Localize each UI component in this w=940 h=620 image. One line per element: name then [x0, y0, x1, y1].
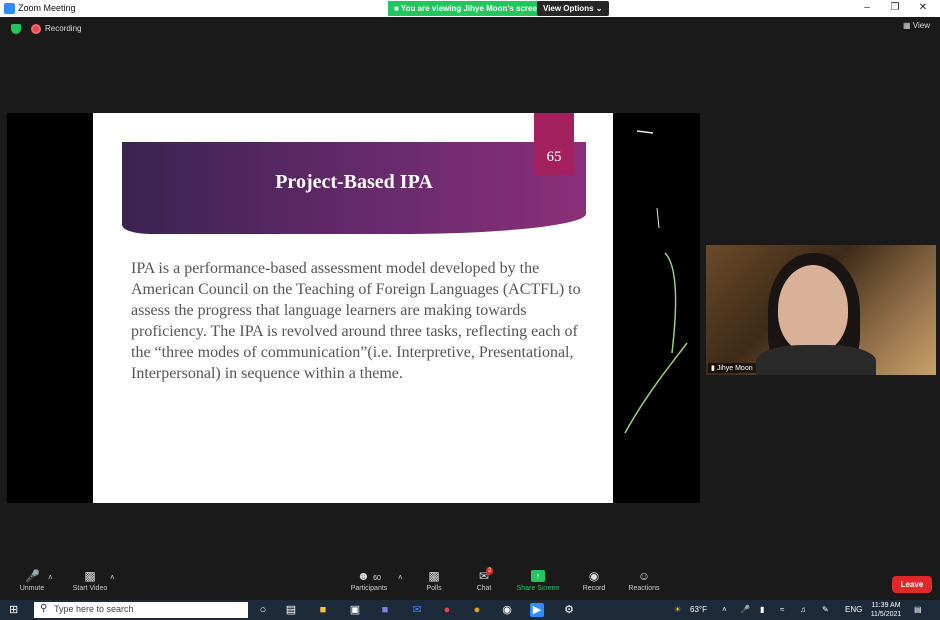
audio-options-caret-icon[interactable]: ˄	[48, 573, 53, 582]
clock-time: 11:39 AM	[871, 602, 901, 609]
viewing-banner-text: You are viewing Jihye Moon's screen	[400, 4, 542, 13]
zoom-taskbar-icon[interactable]: ▶	[530, 603, 544, 617]
participant-face	[778, 265, 848, 353]
taskbar-search-placeholder: Type here to search	[54, 604, 134, 614]
view-options-button[interactable]: View Options ⌄	[537, 1, 609, 16]
camera-icon[interactable]: ◉	[500, 603, 514, 617]
slide-body-text: IPA is a performance-based assessment mo…	[131, 260, 581, 382]
minimize-button[interactable]: –	[856, 2, 878, 13]
polls-icon: ▩	[428, 569, 440, 583]
network-icon[interactable]: ≈	[780, 605, 784, 614]
reactions-button[interactable]: ☺ Reactions	[626, 567, 662, 592]
signal-icon: ▮	[711, 365, 715, 372]
share-screen-icon: ↑	[531, 570, 545, 582]
meeting-toolbar: 🎤 Unmute ˄ ▩ Start Video ˄ ☻ 60 Particip…	[0, 567, 940, 600]
chrome-icon[interactable]: ●	[440, 603, 454, 617]
paint-icon[interactable]: ●	[470, 603, 484, 617]
shared-screen: Project-Based IPA 65 IPA is a performanc…	[7, 113, 700, 503]
task-view-icon[interactable]: ▤	[284, 603, 298, 617]
microphone-icon: 🎤	[740, 605, 750, 614]
participants-icon: ☻ 60	[357, 569, 381, 583]
share-screen-button[interactable]: ↑ Share Screen	[513, 567, 563, 592]
volume-icon[interactable]: ♫	[800, 605, 806, 614]
clock[interactable]: 11:39 AM 11/5/2021	[868, 601, 904, 619]
mail-icon[interactable]: ✉	[410, 603, 424, 617]
meeting-area: Recording ▦ View Project-Based IPA 65 IP…	[0, 17, 940, 567]
clock-date: 11/5/2021	[870, 611, 902, 618]
leave-button[interactable]: Leave	[892, 576, 932, 593]
record-label: Record	[582, 585, 606, 592]
language-indicator[interactable]: ENG	[845, 605, 862, 614]
video-off-icon: ▩	[84, 569, 96, 583]
participant-name: Jihye Moon	[716, 365, 753, 372]
search-icon: ⚲	[40, 603, 48, 614]
polls-button[interactable]: ▩ Polls	[421, 567, 447, 592]
view-button[interactable]: ▦ View	[903, 21, 930, 30]
speaker-icon: ■	[394, 4, 399, 13]
zoom-app-icon	[4, 3, 15, 14]
participant-video[interactable]: ▮ Jihye Moon	[706, 245, 936, 375]
close-button[interactable]: ✕	[912, 2, 934, 13]
chat-label: Chat	[476, 585, 492, 592]
window-title: Zoom Meeting	[18, 3, 76, 13]
slide-title: Project-Based IPA	[275, 171, 433, 193]
file-explorer-icon[interactable]: ■	[316, 603, 330, 617]
restore-button[interactable]: ❐	[884, 2, 906, 13]
grid-icon: ▦	[903, 21, 911, 30]
tray-overflow-icon[interactable]: ˄	[722, 605, 727, 614]
weather-icon: ☀	[674, 605, 682, 614]
viewing-banner: ■ You are viewing Jihye Moon's screen	[388, 1, 548, 16]
annotation-strokes	[624, 130, 688, 434]
reactions-label: Reactions	[628, 585, 660, 592]
view-button-label: View	[912, 21, 930, 30]
participants-count: 60	[373, 575, 381, 582]
start-video-label: Start Video	[72, 585, 108, 592]
participants-button[interactable]: ☻ 60 Participants	[346, 567, 392, 592]
windows-start-icon[interactable]: ⊞	[9, 604, 21, 616]
chat-button[interactable]: ✉ 2 Chat	[471, 567, 497, 592]
security-shield-icon[interactable]	[11, 24, 21, 34]
weather-temp[interactable]: 63°F	[690, 605, 707, 614]
chat-badge: 2	[486, 567, 494, 575]
participant-name-tag: ▮ Jihye Moon	[708, 363, 756, 373]
reactions-icon: ☺	[637, 569, 651, 583]
teams-icon[interactable]: ■	[378, 603, 392, 617]
cortana-icon[interactable]: ○	[256, 603, 270, 617]
taskbar-search-input[interactable]: ⚲ Type here to search	[34, 602, 248, 618]
muted-mic-icon: 🎤	[25, 569, 40, 583]
participants-label: Participants	[350, 585, 388, 592]
video-options-caret-icon[interactable]: ˄	[110, 573, 115, 582]
recording-label: Recording	[45, 24, 82, 33]
share-screen-label: Share Screen	[516, 585, 560, 592]
unmute-label: Unmute	[19, 585, 45, 592]
start-video-button[interactable]: ▩ Start Video	[66, 567, 114, 592]
windows-taskbar: ⊞ ⚲ Type here to search ○ ▤ ■ ▣ ■ ✉ ● ● …	[0, 600, 940, 620]
window-titlebar: Zoom Meeting ■ You are viewing Jihye Moo…	[0, 0, 940, 17]
chat-icon: ✉ 2	[478, 567, 494, 583]
pen-icon[interactable]: ✎	[822, 605, 829, 614]
slide-number: 65	[534, 113, 574, 175]
participants-caret-icon[interactable]: ˄	[398, 573, 403, 582]
polls-label: Polls	[426, 585, 442, 592]
presentation-slide: Project-Based IPA 65 IPA is a performanc…	[93, 113, 613, 503]
store-icon[interactable]: ▣	[348, 603, 362, 617]
unmute-button[interactable]: 🎤 Unmute	[14, 567, 50, 592]
recording-icon	[31, 24, 41, 34]
record-button[interactable]: ◉ Record	[579, 567, 609, 592]
participant-body	[756, 345, 876, 375]
record-icon: ◉	[588, 569, 600, 583]
settings-gear-icon[interactable]: ⚙	[562, 603, 576, 617]
notifications-icon[interactable]: ▤	[914, 605, 922, 614]
battery-icon[interactable]: ▮	[760, 605, 764, 614]
